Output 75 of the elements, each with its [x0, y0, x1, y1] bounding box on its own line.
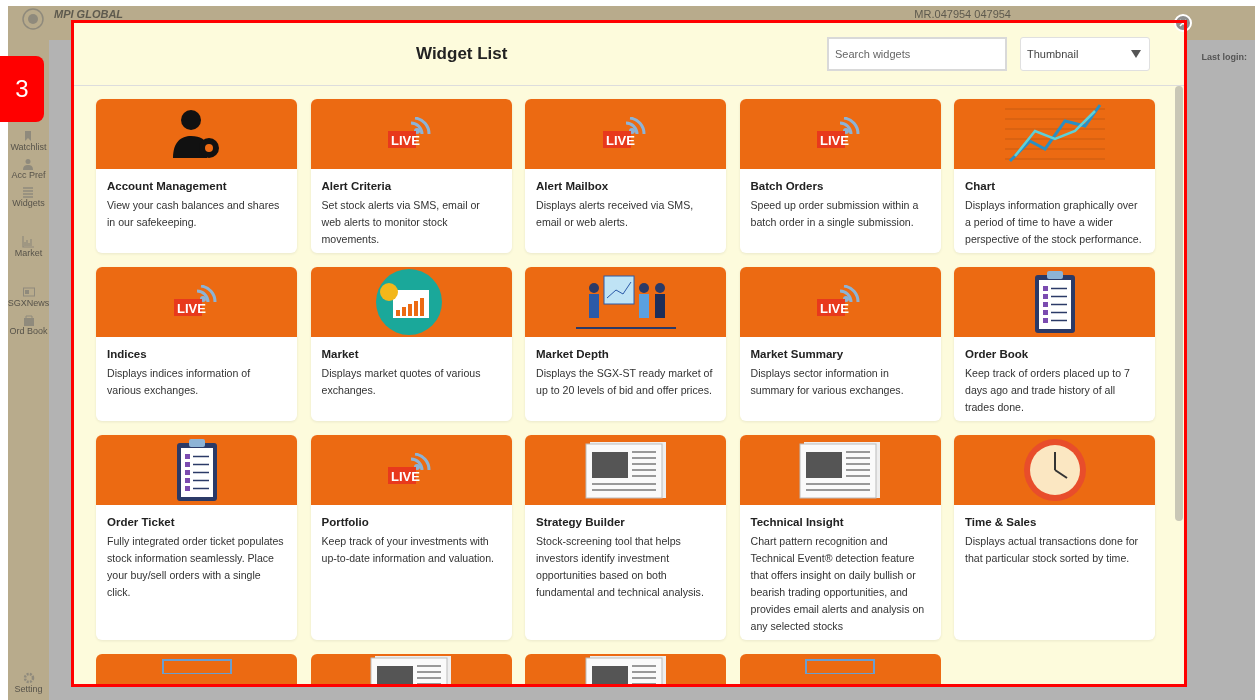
widget-name: Chart — [965, 179, 997, 194]
logo-icon — [22, 8, 44, 30]
widget-name: Portfolio — [321, 515, 370, 530]
sidebar-item[interactable]: Market — [14, 248, 43, 258]
search-field[interactable]: Search widgets — [827, 36, 1007, 71]
clock-icon — [1022, 438, 1087, 502]
bag-icon — [22, 314, 35, 326]
widget-name: Alert Mailbox — [536, 179, 610, 194]
widget-card[interactable]: Chart Displays information graphically over a period of time to have a wider perspective of the stock performance. — [954, 99, 1155, 253]
user-icon — [22, 158, 35, 170]
widget-name: Market Summary — [750, 347, 845, 362]
sidebar-item[interactable]: SGXNews — [7, 298, 50, 308]
list-icon — [22, 186, 35, 198]
widget-card[interactable]: LIVE Alert Mailbox Displays alerts received via SMS, email or web alerts. — [525, 99, 726, 253]
widget-card[interactable]: LIVE Market Summary Displays sector information in summary for various exchanges. — [739, 267, 941, 421]
widget-card[interactable]: Strategy Builder Stock-screening tool that helps investors identify investment opportunities based on both fundamental and technical analysis. — [525, 435, 726, 640]
widget-description: Displays market quotes of various exchanges. — [321, 366, 482, 398]
newspaper-icon — [22, 286, 35, 298]
sidebar-item[interactable]: Watchlist — [10, 142, 47, 152]
scrollbar-thumb[interactable] — [1175, 86, 1183, 521]
dialog-title: Widget List — [416, 43, 508, 64]
widget-card[interactable]: Account Management View your cash balances and shares in our safekeeping. — [96, 99, 297, 253]
widget-description: Keep track of orders placed up to 7 days ago and trade history of all trades done. — [965, 366, 1131, 415]
clipboard-icon — [174, 437, 219, 503]
widget-description: View your cash balances and shares in our safekeeping. — [107, 198, 281, 230]
widget-card[interactable]: Time & Sales Displays actual transactions done for that particular stock sorted by time. — [954, 435, 1155, 640]
widget-name: Market Depth — [536, 347, 610, 362]
widget-description: Displays sector information in summary for various exchanges. — [750, 366, 905, 398]
widget-card[interactable]: Market Displays market quotes of various exchanges. — [310, 267, 512, 421]
clipboard-icon — [1032, 269, 1077, 335]
widget-card[interactable]: LIVE Indices Displays indices information of various exchanges. — [96, 267, 297, 421]
widget-description: Chart pattern recognition and Technical Event® detection feature that offers insight on daily bullish or bearish trading opportunities, and provides email alerts and analysis on any selected stocks — [750, 534, 926, 634]
widget-description: Speed up order submission within a batch order in a single submission. — [750, 198, 920, 230]
widget-card[interactable]: Order Book Keep track of orders placed up to 7 days ago and trade history of all trades done. — [954, 267, 1155, 421]
widget-card[interactable]: Order Ticket Fully integrated order ticket populates stock information seamlessly. Place your buy/sell orders with a single click. — [96, 435, 297, 640]
close-icon — [1179, 19, 1187, 27]
bar-chart-icon — [22, 236, 35, 248]
sidebar-item[interactable]: Ord Book — [9, 326, 48, 336]
widget-name: Order Ticket — [107, 515, 176, 530]
widget-name: Market — [321, 347, 360, 362]
last-login-label: Last login: — [1201, 52, 1247, 64]
widget-description: Stock-screening tool that helps investors identify investment opportunities based on both fundamental and technical analysis. — [536, 534, 705, 600]
sidebar-item[interactable]: Acc Pref — [11, 170, 46, 180]
newspaper-icon — [583, 440, 668, 500]
widget-description: Displays actual transactions done for that particular stock sorted by time. — [965, 534, 1140, 566]
sidebar-item[interactable]: Widgets — [12, 198, 45, 208]
logo-text: MPI GLOBAL — [54, 8, 124, 21]
widget-card[interactable] — [739, 435, 941, 640]
widget-name: Alert Criteria — [321, 179, 393, 194]
presentation-icon — [575, 272, 676, 332]
annotation-label: 3 — [0, 56, 44, 122]
widget-card[interactable]: LIVE Batch Orders Speed up order submission within a batch order in a single submission. — [739, 99, 941, 253]
view-select[interactable]: Thumbnail — [1020, 36, 1150, 71]
widget-description: Fully integrated order ticket populates stock information seamlessly. Place your buy/sell orders with a single click. — [107, 534, 285, 600]
widget-description: Keep track of your investments with up-to-date information and valuation. — [321, 534, 496, 566]
settings-icon — [22, 672, 35, 684]
widget-description: Displays information graphically over a period of time to have a wider perspective of the stock performance. — [965, 198, 1143, 247]
widget-card[interactable]: LIVE Portfolio Keep track of your investments with up-to-date information and valuation. — [310, 435, 512, 640]
widget-name: Time & Sales — [965, 515, 1038, 530]
widget-description: Set stock alerts via SMS, email or web alerts to monitor stock movements. — [321, 198, 481, 247]
widget-description: Displays alerts received via SMS, email or web alerts. — [536, 198, 695, 230]
account-name: MR.047954 047954 — [914, 8, 1011, 21]
widget-name: Account Management — [107, 179, 228, 194]
widget-name: Batch Orders — [750, 179, 825, 194]
widget-name: Strategy Builder — [536, 515, 626, 530]
caret-icon — [1131, 49, 1141, 58]
widget-name: Technical Insight — [750, 515, 845, 530]
widget-description: Displays the SGX-ST ready market of up to 20 levels of bid and offer prices. — [536, 366, 714, 398]
widget-card[interactable]: Market Depth Displays the SGX-ST ready market of up to 20 levels of bid and offer prices. — [525, 267, 726, 421]
widget-description: Displays indices information of various exchanges. — [107, 366, 252, 398]
newspaper-icon — [798, 440, 882, 500]
sidebar-item[interactable]: Setting — [14, 684, 43, 694]
widget-name: Order Book — [965, 347, 1030, 362]
widget-name: Indices — [107, 347, 148, 362]
widget-card[interactable]: LIVE Alert Criteria Set stock alerts via SMS, email or web alerts to monitor stock movements. — [310, 99, 512, 253]
